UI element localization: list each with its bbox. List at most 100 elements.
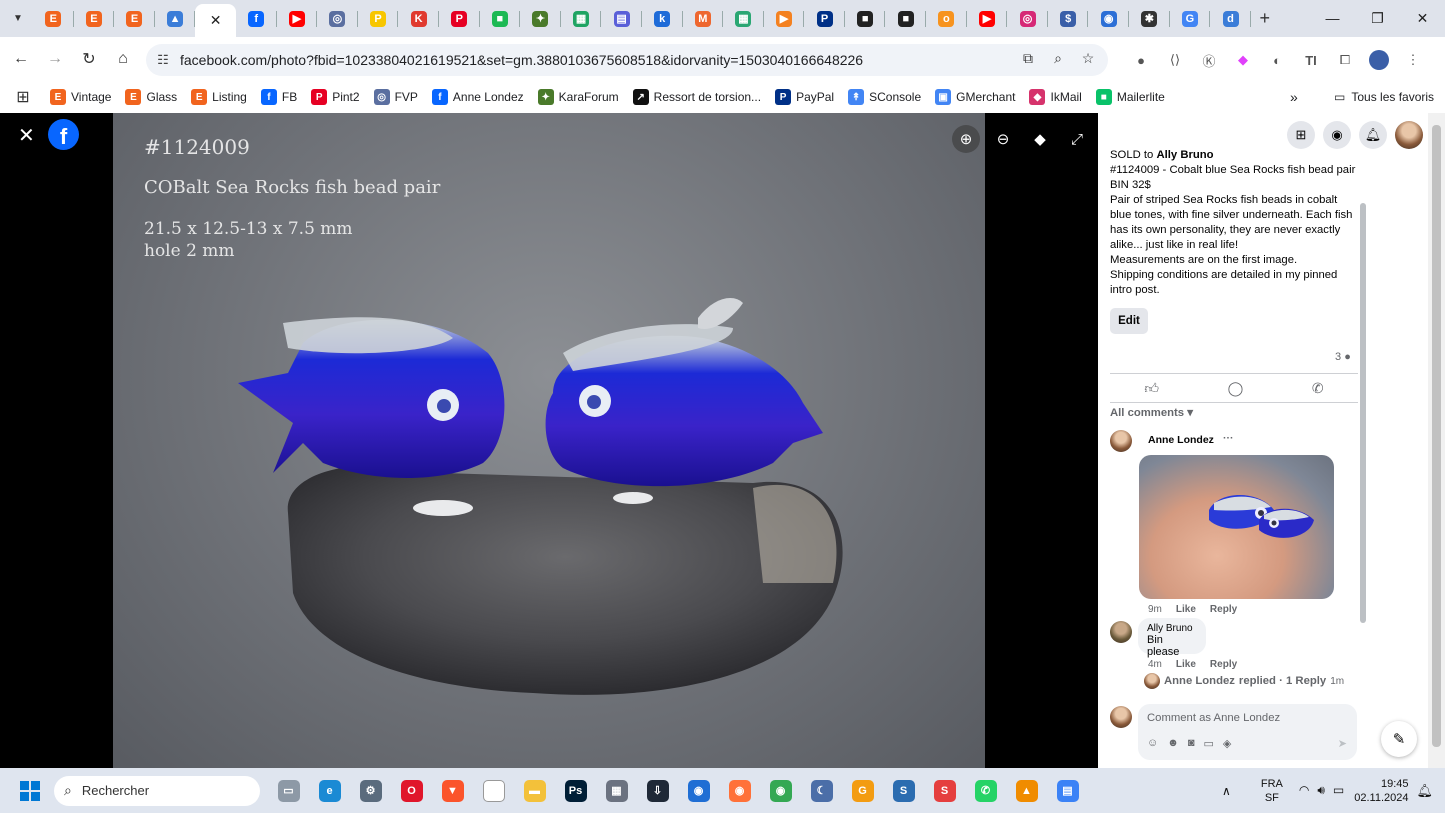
- tab[interactable]: E: [74, 4, 115, 34]
- install-app-icon[interactable]: ⧉: [1018, 50, 1038, 67]
- tab[interactable]: P: [358, 4, 399, 34]
- extension-icon[interactable]: ◐: [1260, 48, 1294, 72]
- taskbar-search[interactable]: ⌕ Rechercher: [54, 775, 260, 806]
- bookmark-item[interactable]: P PayPal: [775, 89, 834, 105]
- avatar[interactable]: [1110, 430, 1132, 452]
- bookmark-star-icon[interactable]: ☆: [1078, 50, 1098, 67]
- avatar[interactable]: [1395, 121, 1423, 149]
- tab[interactable]: ▤: [601, 4, 642, 34]
- close-icon[interactable]: ✕: [210, 12, 222, 29]
- profile-avatar[interactable]: [1362, 48, 1396, 72]
- taskbar-app[interactable]: G: [842, 773, 883, 809]
- tab[interactable]: ▦: [561, 4, 602, 34]
- product-photo[interactable]: #1124009 COBalt Sea Rocks fish bead pair…: [113, 113, 985, 768]
- buyer-link[interactable]: Ally Bruno: [1156, 149, 1213, 161]
- tab-active[interactable]: ✕: [195, 4, 236, 37]
- menu-icon[interactable]: ⋮: [1396, 48, 1430, 72]
- forward-button[interactable]: →: [38, 42, 72, 76]
- avatar[interactable]: [1110, 621, 1132, 643]
- tab[interactable]: G: [1170, 4, 1211, 34]
- zoom-out-icon[interactable]: ⊖: [989, 125, 1017, 153]
- reply-link[interactable]: Reply: [1210, 659, 1237, 670]
- taskbar-app[interactable]: ▼: [432, 773, 473, 809]
- comment-author[interactable]: Anne Londez: [1148, 434, 1214, 446]
- language-indicator[interactable]: FRA SF: [1261, 777, 1283, 805]
- tab[interactable]: ■: [480, 4, 521, 34]
- restore-button[interactable]: ❐: [1355, 0, 1400, 36]
- url-text[interactable]: facebook.com/photo?fbid=1023380402161952…: [180, 52, 863, 68]
- messenger-icon[interactable]: ◉: [1323, 121, 1351, 149]
- tab[interactable]: ▶: [764, 4, 805, 34]
- taskbar-app[interactable]: ▬: [514, 773, 555, 809]
- puzzle-icon[interactable]: ⧠: [1328, 48, 1362, 72]
- taskbar-app[interactable]: O: [391, 773, 432, 809]
- tab[interactable]: ■: [885, 4, 927, 34]
- menu-grid-icon[interactable]: ⊞: [1287, 121, 1315, 149]
- bookmark-item[interactable]: E Listing: [191, 89, 247, 105]
- zoom-icon[interactable]: ⌕: [1048, 50, 1068, 67]
- text-extension-icon[interactable]: TI: [1294, 48, 1328, 72]
- tab[interactable]: K: [398, 4, 439, 34]
- bookmark-item[interactable]: f Anne Londez: [431, 89, 524, 105]
- edit-button[interactable]: Edit: [1110, 308, 1148, 334]
- like-link[interactable]: Like: [1176, 604, 1196, 615]
- gif-icon[interactable]: ▭: [1203, 737, 1213, 750]
- taskbar-app[interactable]: e: [309, 773, 350, 809]
- taskbar-app[interactable]: ⇩: [637, 773, 678, 809]
- tab[interactable]: d: [1210, 4, 1251, 34]
- taskbar-app[interactable]: [473, 773, 514, 809]
- clock[interactable]: 19:45 02.11.2024: [1354, 777, 1408, 805]
- bookmark-item[interactable]: ◆ IkMail: [1029, 89, 1082, 105]
- facebook-logo-icon[interactable]: f: [48, 119, 79, 150]
- reload-button[interactable]: ↻: [72, 42, 106, 76]
- zoom-in-icon[interactable]: ⊕: [952, 125, 980, 153]
- sticker-icon[interactable]: ◈: [1223, 737, 1231, 750]
- bookmark-item[interactable]: P Pint2: [311, 89, 360, 105]
- whatsapp-share-icon[interactable]: ✆: [1312, 380, 1324, 397]
- extension-icon[interactable]: ⟨⟩: [1158, 48, 1192, 72]
- home-button[interactable]: ⌂: [106, 42, 140, 76]
- tab[interactable]: ▦: [723, 4, 764, 34]
- close-window-button[interactable]: ✕: [1400, 0, 1445, 36]
- bookmark-item[interactable]: ✦ KaraForum: [537, 89, 619, 105]
- extension-icon[interactable]: Ⓚ: [1192, 48, 1226, 72]
- tab[interactable]: ◉: [1088, 4, 1130, 34]
- system-icons[interactable]: ◠ 🔊︎ ▭: [1299, 783, 1344, 798]
- new-message-button[interactable]: ✎: [1381, 721, 1417, 757]
- bookmark-item[interactable]: ◎ FVP: [373, 89, 418, 105]
- bookmarks-more-button[interactable]: »: [1290, 89, 1298, 105]
- taskbar-app[interactable]: ◉: [719, 773, 760, 809]
- tab[interactable]: f: [236, 4, 277, 34]
- taskbar-app[interactable]: ▭: [268, 773, 309, 809]
- tab[interactable]: P: [804, 4, 845, 34]
- taskbar-app[interactable]: ☾: [801, 773, 842, 809]
- bookmark-item[interactable]: E Vintage: [50, 89, 111, 105]
- comment-more-button[interactable]: ···: [1223, 432, 1234, 444]
- tab[interactable]: o: [926, 4, 967, 34]
- all-bookmarks[interactable]: ▭ Tous les favoris: [1334, 90, 1434, 104]
- tab[interactable]: ✱: [1129, 4, 1170, 34]
- taskbar-app[interactable]: S: [924, 773, 965, 809]
- tab[interactable]: ▶: [967, 4, 1008, 34]
- tab[interactable]: E: [114, 4, 155, 34]
- tab[interactable]: M: [683, 4, 724, 34]
- tray-chevron-icon[interactable]: ∧: [1222, 784, 1231, 798]
- view-replies[interactable]: Anne Londez replied · 1 Reply 1m: [1144, 673, 1344, 689]
- notifications-icon[interactable]: 🔔︎: [1359, 121, 1387, 149]
- comment-composer[interactable]: Comment as Anne Londez ☺ ☻ ◙ ▭ ◈ ➤: [1138, 704, 1357, 760]
- taskbar-app[interactable]: ◉: [678, 773, 719, 809]
- avatar-sticker-icon[interactable]: ☺: [1147, 737, 1158, 750]
- tab[interactable]: P: [439, 4, 480, 34]
- emoji-icon[interactable]: ☻: [1167, 737, 1179, 750]
- close-viewer-button[interactable]: ✕: [18, 123, 35, 148]
- like-link[interactable]: Like: [1176, 659, 1196, 670]
- tab[interactable]: ▲: [155, 4, 196, 34]
- comment-input[interactable]: Comment as Anne Londez: [1147, 712, 1280, 724]
- notification-bell-icon[interactable]: 🔔︎: [1416, 783, 1433, 799]
- tab[interactable]: k: [642, 4, 683, 34]
- bookmark-item[interactable]: ↟ SConsole: [848, 89, 921, 105]
- tag-icon[interactable]: ◆: [1026, 125, 1054, 153]
- address-bar[interactable]: ☷ facebook.com/photo?fbid=10233804021619…: [146, 44, 1108, 76]
- taskbar-search-input[interactable]: Rechercher: [82, 783, 149, 798]
- bookmark-item[interactable]: ↗ Ressort de torsion...: [632, 89, 761, 105]
